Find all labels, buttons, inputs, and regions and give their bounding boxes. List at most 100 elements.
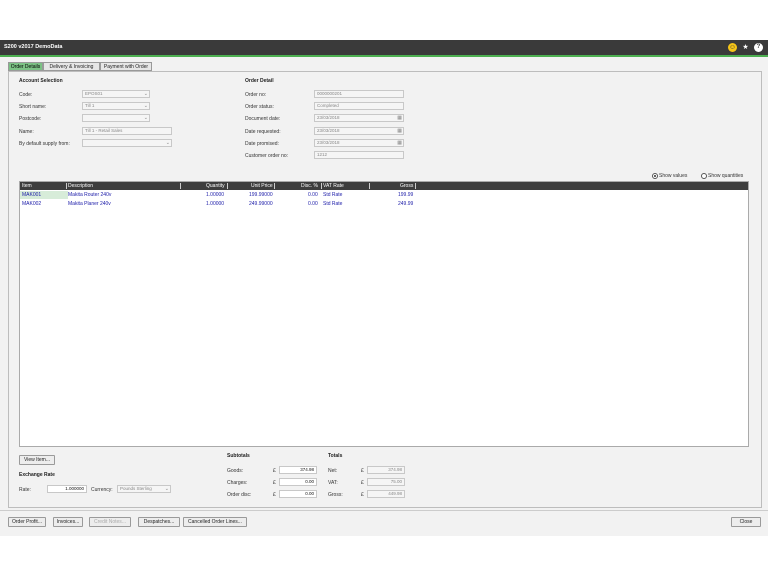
- invoices-button[interactable]: Invoices...: [53, 517, 83, 527]
- credit-notes-button[interactable]: Credit Notes...: [89, 517, 131, 527]
- row-item: MAK002: [22, 201, 42, 207]
- order-details-panel: Account Selection Code: EPOS01 ⌄ Short na…: [8, 71, 762, 508]
- currency-value: Pounds Sterling: [120, 486, 152, 491]
- tab-payment-with-order[interactable]: Payment with Order: [100, 62, 152, 71]
- goods-field[interactable]: 374.98: [279, 466, 317, 474]
- column-divider[interactable]: [369, 183, 370, 189]
- supply-from-label: By default supply from:: [19, 141, 70, 147]
- row-quantity: 1.00000: [206, 201, 225, 207]
- code-value: EPOS01: [85, 91, 103, 96]
- supply-from-field[interactable]: ⌄: [82, 139, 172, 147]
- title-bar: S200 v2017 DemoData ☺ ★ ?: [0, 40, 768, 55]
- name-label: Name:: [19, 129, 34, 135]
- order-profit-button[interactable]: Order Profit...: [8, 517, 46, 527]
- document-date-label: Document date:: [245, 116, 281, 122]
- column-divider[interactable]: [415, 183, 416, 189]
- postcode-label: Postcode:: [19, 116, 42, 122]
- short-name-label: Short name:: [19, 104, 47, 110]
- chevron-down-icon[interactable]: ⌄: [144, 91, 148, 97]
- currency-symbol: £: [361, 492, 364, 498]
- name-field[interactable]: Till 1 - Retail Sales: [82, 127, 172, 135]
- star-icon[interactable]: ★: [741, 43, 750, 52]
- rate-label: Rate:: [19, 487, 31, 493]
- tab-order-details[interactable]: Order Details: [8, 62, 43, 71]
- order-no-label: Order no:: [245, 92, 267, 98]
- currency-symbol: £: [273, 468, 276, 474]
- totals-heading: Totals: [328, 453, 343, 459]
- col-item[interactable]: Item: [22, 183, 32, 189]
- col-unit-price[interactable]: Unit Price: [251, 183, 273, 189]
- show-quantities-label: Show quantities: [708, 173, 744, 179]
- smiley-icon[interactable]: ☺: [728, 43, 737, 52]
- show-values-label: Show values: [659, 173, 688, 179]
- column-divider[interactable]: [274, 183, 275, 189]
- short-name-field[interactable]: Till 1 ⌄: [82, 102, 150, 110]
- show-quantities-radio[interactable]: [701, 173, 707, 179]
- cancelled-order-lines-button[interactable]: Cancelled Order Lines...: [183, 517, 247, 527]
- net-field: 374.98: [367, 466, 405, 474]
- order-lines-grid[interactable]: Item Description Quantity Unit Price Dis…: [19, 181, 749, 447]
- rate-field[interactable]: 1.000000: [47, 485, 87, 493]
- gross-field: 449.98: [367, 490, 405, 498]
- date-promised-value: 23/03/2018: [317, 140, 340, 145]
- currency-label: Currency:: [91, 487, 113, 493]
- help-icon[interactable]: ?: [754, 43, 763, 52]
- row-unit-price: 199.99000: [249, 192, 273, 198]
- date-requested-field[interactable]: 23/03/2018 ▦: [314, 127, 404, 135]
- calendar-icon[interactable]: ▦: [397, 115, 402, 121]
- view-item-button[interactable]: View Item...: [19, 455, 55, 465]
- vat-field: 75.00: [367, 478, 405, 486]
- grid-header: Item Description Quantity Unit Price Dis…: [20, 182, 748, 190]
- postcode-field[interactable]: ⌄: [82, 114, 150, 122]
- order-disc-field[interactable]: 0.00: [279, 490, 317, 498]
- exchange-rate-heading: Exchange Rate: [19, 472, 55, 478]
- show-values-radio[interactable]: [652, 173, 658, 179]
- calendar-icon[interactable]: ▦: [397, 140, 402, 146]
- despatches-button[interactable]: Despatches...: [138, 517, 180, 527]
- order-detail-heading: Order Detail: [245, 78, 274, 84]
- chevron-down-icon[interactable]: ⌄: [166, 140, 170, 146]
- currency-symbol: £: [361, 468, 364, 474]
- col-description[interactable]: Description: [68, 183, 93, 189]
- gross-label: Gross:: [328, 492, 343, 498]
- sales-order-window: S200 v2017 DemoData ☺ ★ ? Order Details …: [0, 40, 768, 536]
- chevron-down-icon[interactable]: ⌄: [144, 115, 148, 121]
- col-quantity[interactable]: Quantity: [206, 183, 225, 189]
- document-date-value: 23/03/2018: [317, 115, 340, 120]
- window-title: S200 v2017 DemoData: [4, 44, 63, 50]
- button-bar: Order Profit... Invoices... Credit Notes…: [0, 510, 768, 536]
- customer-order-field[interactable]: 1212: [314, 151, 404, 159]
- column-divider[interactable]: [227, 183, 228, 189]
- table-row[interactable]: MAK002 Makita Planer 240v 1.00000 249.99…: [20, 200, 748, 208]
- chevron-down-icon[interactable]: ⌄: [165, 486, 169, 492]
- order-status-label: Order status:: [245, 104, 274, 110]
- calendar-icon[interactable]: ▦: [397, 128, 402, 134]
- column-divider[interactable]: [180, 183, 181, 189]
- code-field[interactable]: EPOS01 ⌄: [82, 90, 150, 98]
- charges-field[interactable]: 0.00: [279, 478, 317, 486]
- short-name-value: Till 1: [85, 103, 95, 108]
- date-promised-label: Date promised:: [245, 141, 279, 147]
- row-disc: 0.00: [308, 201, 318, 207]
- close-button[interactable]: Close: [731, 517, 761, 527]
- tab-delivery-invoicing[interactable]: Delivery & Invoicing: [43, 62, 100, 71]
- col-gross[interactable]: Gross: [400, 183, 413, 189]
- date-promised-field[interactable]: 23/03/2018 ▦: [314, 139, 404, 147]
- charges-label: Charges:: [227, 480, 248, 486]
- order-disc-label: Order disc:: [227, 492, 252, 498]
- net-label: Net:: [328, 468, 338, 474]
- row-item: MAK001: [22, 192, 42, 198]
- document-date-field[interactable]: 23/03/2018 ▦: [314, 114, 404, 122]
- table-row[interactable]: MAK001 Makita Router 240v 1.00000 199.99…: [20, 191, 748, 199]
- column-divider[interactable]: [66, 183, 67, 189]
- col-disc[interactable]: Disc. %: [301, 183, 318, 189]
- currency-field[interactable]: Pounds Sterling ⌄: [117, 485, 171, 493]
- col-vat-rate[interactable]: VAT Rate: [323, 183, 344, 189]
- order-no-field[interactable]: 0000000201: [314, 90, 404, 98]
- customer-order-label: Customer order no:: [245, 153, 289, 159]
- chevron-down-icon[interactable]: ⌄: [144, 103, 148, 109]
- order-status-field[interactable]: Completed: [314, 102, 404, 110]
- column-divider[interactable]: [321, 183, 322, 189]
- currency-symbol: £: [273, 492, 276, 498]
- row-unit-price: 249.99000: [249, 201, 273, 207]
